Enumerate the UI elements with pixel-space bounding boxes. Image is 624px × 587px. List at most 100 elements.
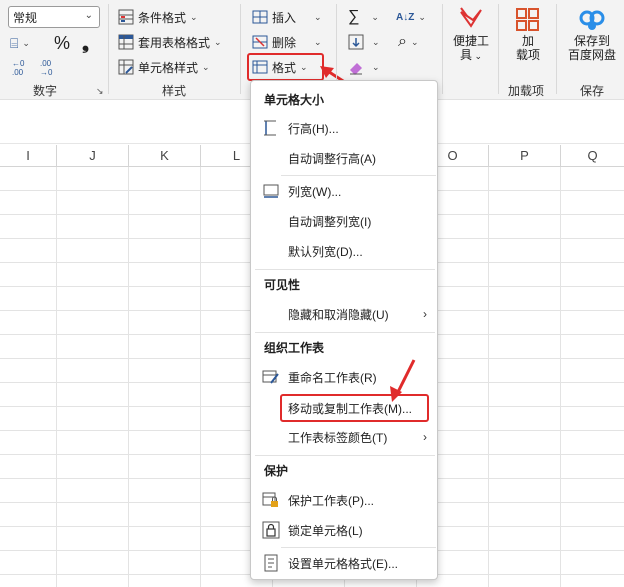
dialog-launcher-icon[interactable]: ↘	[96, 86, 104, 97]
column-header-j[interactable]: J	[57, 145, 129, 167]
protect-sheet-icon	[262, 491, 280, 509]
chevron-down-icon: ⌄	[410, 36, 419, 47]
format-button-highlight	[247, 53, 324, 81]
protect-sheet-label: 保护工作表(P)...	[288, 493, 374, 508]
menu-item-col-width[interactable]: 列宽(W)...	[255, 178, 433, 204]
menu-divider	[255, 269, 435, 270]
percent-style-button[interactable]: %	[54, 32, 70, 54]
number-format-select[interactable]: 常规 ⌄	[8, 6, 100, 28]
eraser-icon	[348, 59, 364, 75]
conditional-format-label: 条件格式	[138, 10, 187, 25]
cloud-icon	[579, 10, 605, 30]
menu-item-format-cells[interactable]: 设置单元格格式(E)...	[255, 550, 433, 576]
row-height-icon	[262, 119, 280, 137]
chevron-down-icon: ⌄	[84, 10, 93, 21]
menu-item-autofit-col[interactable]: 自动调整列宽(I)	[255, 208, 433, 234]
menu-item-protect-sheet[interactable]: 保护工作表(P)...	[255, 487, 433, 513]
crane-icon	[460, 7, 482, 28]
chevron-down-icon: ⌄	[418, 11, 426, 22]
insert-button[interactable]: 插入 ⌄	[252, 6, 322, 28]
chevron-down-icon: ⌄	[372, 61, 380, 72]
percent-icon: %	[54, 32, 71, 53]
currency-icon: ⌸	[10, 34, 19, 51]
section-protect: 保护	[264, 464, 289, 478]
save-cloud-line2: 百度网盘	[567, 48, 616, 62]
group-divider	[442, 4, 443, 94]
delete-button[interactable]: 删除 ⌄	[252, 31, 322, 53]
group-divider	[498, 4, 499, 94]
conditional-format-button[interactable]: 条件格式 ⌄	[118, 6, 198, 28]
row-height-label: 行高(H)...	[288, 121, 339, 136]
save-cloud-line1: 保存到	[573, 34, 610, 48]
section-cell-size: 单元格大小	[264, 93, 325, 107]
menu-divider	[281, 547, 436, 548]
group-divider	[556, 4, 557, 94]
sum-icon: ∑	[348, 8, 360, 25]
chevron-down-icon: ⌄	[22, 37, 30, 48]
save-to-cloud-button[interactable]: 保存到 百度网盘	[562, 4, 622, 74]
increase-decimal-button[interactable]: ←0.00	[12, 57, 32, 79]
chevron-down-icon: ⌄	[190, 11, 198, 22]
menu-item-autofit-row[interactable]: 自动调整行高(A)	[255, 145, 433, 171]
format-as-table-button[interactable]: 套用表格格式 ⌄	[118, 31, 222, 53]
chevron-down-icon: ⌄	[314, 36, 322, 47]
accounting-format-button[interactable]: ⌸ ⌄	[10, 32, 30, 54]
cell-styles-label: 单元格样式	[138, 60, 199, 75]
column-header-q[interactable]: Q	[561, 145, 624, 167]
chevron-down-icon: ⌄	[314, 11, 322, 22]
search-icon: ⌕	[398, 33, 407, 50]
addins-button[interactable]: 加 载项	[506, 4, 550, 74]
convenient-tools-line2: 具 ⌄	[459, 48, 483, 62]
annotation-arrow-icon	[390, 359, 416, 402]
convenient-tools-line1: 便捷工	[452, 34, 489, 48]
find-select-button[interactable]: ⌕ ⌄	[398, 31, 419, 53]
column-header-i[interactable]: I	[0, 145, 57, 167]
menu-item-default-width[interactable]: 默认列宽(D)...	[255, 238, 433, 264]
lock-icon	[262, 521, 280, 539]
tab-color-label: 工作表标签颜色(T)	[288, 430, 388, 445]
column-header-p[interactable]: P	[489, 145, 561, 167]
menu-item-tab-color[interactable]: 工作表标签颜色(T) ›	[255, 424, 433, 450]
decrease-decimal-button[interactable]: .00 →0	[40, 57, 60, 79]
addins-line1: 加	[521, 34, 534, 48]
menu-item-hide-unhide[interactable]: 隐藏和取消隐藏(U) ›	[255, 301, 433, 327]
decrease-decimal-icon: .00 →0	[40, 59, 53, 77]
comma-icon: ❟	[82, 32, 90, 53]
hide-unhide-label: 隐藏和取消隐藏(U)	[288, 307, 389, 322]
column-width-icon	[262, 182, 280, 200]
chevron-right-icon: ›	[423, 307, 427, 321]
number-format-value: 常规	[13, 10, 38, 25]
clear-button[interactable]: ⌄	[348, 56, 380, 78]
chevron-down-icon: ⌄	[372, 36, 380, 47]
cell-styles-button[interactable]: 单元格样式 ⌄	[118, 56, 210, 78]
chevron-down-icon: ⌄	[202, 61, 210, 72]
convenient-tools-button[interactable]: 便捷工 具 ⌄	[448, 4, 494, 74]
fill-button[interactable]: ⌄	[348, 31, 380, 53]
chevron-right-icon: ›	[423, 430, 427, 444]
cell-styles-icon	[118, 59, 134, 75]
group-divider	[108, 4, 109, 94]
chevron-down-icon: ⌄	[214, 36, 222, 47]
col-width-label: 列宽(W)...	[288, 184, 342, 199]
styles-group-label: 样式	[162, 84, 187, 98]
delete-cells-icon	[252, 34, 268, 50]
number-group-label: 数字	[33, 84, 58, 98]
conditional-format-icon	[118, 9, 134, 25]
menu-item-row-height[interactable]: 行高(H)...	[255, 115, 433, 141]
column-header-k[interactable]: K	[129, 145, 201, 167]
format-dropdown-menu: 单元格大小 行高(H)... 自动调整行高(A) 列宽(W)... 自动调整列宽…	[250, 80, 438, 580]
section-organize-sheets: 组织工作表	[264, 341, 325, 355]
insert-label: 插入	[272, 10, 297, 25]
menu-divider	[281, 175, 436, 176]
autosum-button[interactable]: ∑ ⌄	[348, 6, 379, 28]
fill-down-icon	[348, 34, 364, 50]
menu-item-lock-cell[interactable]: 锁定单元格(L)	[255, 517, 433, 543]
autofit-col-label: 自动调整列宽(I)	[288, 214, 372, 229]
format-as-table-label: 套用表格格式	[138, 35, 211, 50]
table-format-icon	[118, 34, 134, 50]
sort-filter-button[interactable]: A↓Z ⌄	[396, 6, 426, 28]
comma-style-button[interactable]: ❟	[82, 32, 89, 54]
save-group-label: 保存	[580, 84, 605, 98]
format-cells-label: 设置单元格格式(E)...	[288, 556, 398, 571]
group-divider	[240, 4, 241, 94]
